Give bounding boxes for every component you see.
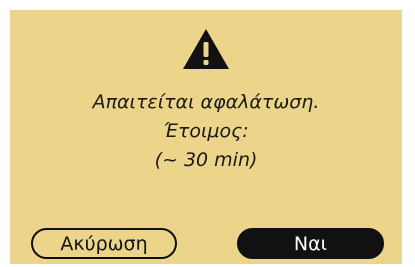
cancel-button[interactable]: Ακύρωση (31, 228, 177, 259)
message-text: Απαιτείται αφαλάτωση. Έτοιμος: (~ 30 min… (10, 88, 402, 175)
message-line-1: Απαιτείται αφαλάτωση. (92, 91, 320, 113)
confirm-button[interactable]: Ναι (237, 228, 384, 259)
message-line-3: (~ 30 min) (154, 149, 258, 171)
warning-triangle-icon (183, 29, 229, 69)
message-line-2: Έτοιμος: (163, 120, 249, 142)
descale-dialog: Απαιτείται αφαλάτωση. Έτοιμος: (~ 30 min… (10, 10, 402, 264)
